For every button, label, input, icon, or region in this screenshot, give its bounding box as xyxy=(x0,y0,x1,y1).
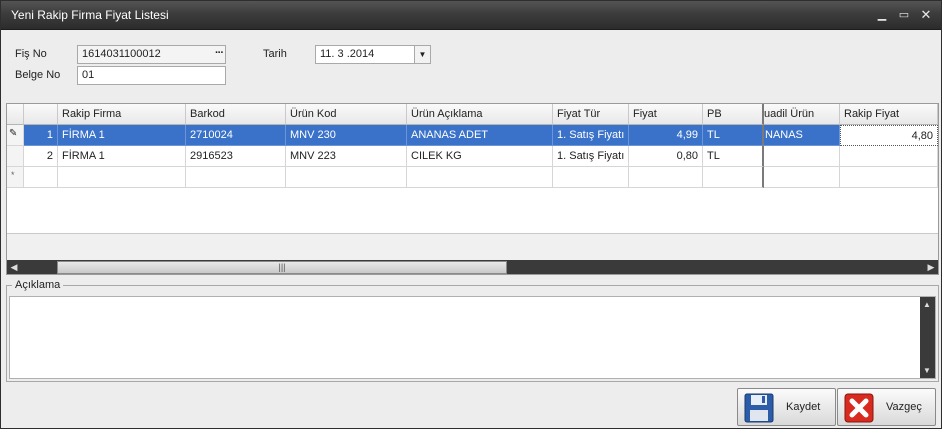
scroll-up-icon[interactable]: ▲ xyxy=(920,297,934,312)
row-number: 2 xyxy=(24,146,58,167)
new-row-cell[interactable] xyxy=(553,167,629,188)
new-row-cell[interactable] xyxy=(764,167,840,188)
cell-rakip-firma[interactable]: FİRMA 1 xyxy=(58,125,186,146)
cell-urun-kod[interactable]: MNV 230 xyxy=(286,125,407,146)
new-row-cell[interactable] xyxy=(629,167,703,188)
new-row-cell[interactable] xyxy=(186,167,286,188)
row-number: 1 xyxy=(24,125,58,146)
scroll-left-icon[interactable]: ◀ xyxy=(7,260,21,274)
belge-no-value: 01 xyxy=(82,69,95,81)
new-row-indicator: * xyxy=(7,167,24,188)
fis-no-lookup-button[interactable]: ··· xyxy=(215,47,224,59)
scroll-down-icon[interactable]: ▼ xyxy=(920,363,934,378)
grid-header-indicator xyxy=(7,104,24,125)
cell-fiyat-tur[interactable]: 1. Satış Fiyatı xyxy=(553,125,629,146)
cell-pb[interactable]: TL xyxy=(703,146,764,167)
cell-urun-aciklama[interactable]: CILEK KG xyxy=(407,146,553,167)
cell-fiyat[interactable]: 0,80 xyxy=(629,146,703,167)
cell-pb[interactable]: TL xyxy=(703,125,764,146)
column-header-pb[interactable]: PB xyxy=(703,104,764,125)
scroll-right-icon[interactable]: ▶ xyxy=(924,260,938,274)
minimize-icon[interactable]: ▁ xyxy=(873,7,891,23)
cell-urun-kod[interactable]: MNV 223 xyxy=(286,146,407,167)
cell-muadil-urun[interactable] xyxy=(764,146,840,167)
cell-urun-aciklama[interactable]: ANANAS ADET xyxy=(407,125,553,146)
close-icon[interactable]: ✕ xyxy=(917,7,935,23)
row-edit-indicator: ✎ xyxy=(7,125,24,146)
new-row-cell[interactable] xyxy=(24,167,58,188)
aciklama-group: Açıklama ▲ ▼ xyxy=(6,279,939,382)
scrollbar-thumb[interactable]: ||| xyxy=(57,261,507,274)
belge-no-label: Belge No xyxy=(15,69,61,81)
title-bar[interactable]: Yeni Rakip Firma Fiyat Listesi ▁ ▭ ✕ xyxy=(1,1,941,30)
new-row-cell[interactable] xyxy=(840,167,938,188)
new-row-cell[interactable] xyxy=(407,167,553,188)
column-header-fiyat[interactable]: Fiyat xyxy=(629,104,703,125)
column-header-muadil-urun[interactable]: uadil Ürün xyxy=(764,104,840,125)
cell-fiyat-tur[interactable]: 1. Satış Fiyatı xyxy=(553,146,629,167)
new-row-cell[interactable] xyxy=(703,167,764,188)
cancel-x-icon xyxy=(844,393,874,423)
cell-rakip-firma[interactable]: FİRMA 1 xyxy=(58,146,186,167)
column-header-urun-kod[interactable]: Ürün Kod xyxy=(286,104,407,125)
tarih-label: Tarih xyxy=(263,48,287,60)
cell-muadil-urun[interactable]: NANAS xyxy=(764,125,840,146)
floppy-disk-icon xyxy=(744,393,774,423)
new-row-cell[interactable] xyxy=(286,167,407,188)
grid-footer xyxy=(7,233,938,260)
cell-rakip-fiyat[interactable] xyxy=(840,146,938,167)
horizontal-scrollbar[interactable]: ◀ ||| ▶ xyxy=(7,260,938,274)
vertical-scrollbar[interactable]: ▲ ▼ xyxy=(920,297,935,378)
column-header-fiyat-tur[interactable]: Fiyat Tür xyxy=(553,104,629,125)
cell-barkod[interactable]: 2916523 xyxy=(186,146,286,167)
column-header-barkod[interactable]: Barkod xyxy=(186,104,286,125)
fis-no-label: Fiş No xyxy=(15,48,47,60)
aciklama-label: Açıklama xyxy=(12,279,64,291)
grid-header-rownum xyxy=(24,104,58,125)
fis-no-value: 1614031100012 xyxy=(82,48,161,60)
new-row-cell[interactable] xyxy=(58,167,186,188)
cell-fiyat[interactable]: 4,99 xyxy=(629,125,703,146)
chevron-down-icon[interactable]: ▼ xyxy=(414,46,430,63)
cancel-button-label: Vazgeç xyxy=(886,401,922,413)
column-header-rakip-fiyat[interactable]: Rakip Fiyat xyxy=(840,104,938,125)
fis-no-field[interactable]: 1614031100012 ··· xyxy=(77,45,226,64)
maximize-icon[interactable]: ▭ xyxy=(895,7,913,23)
column-header-urun-aciklama[interactable]: Ürün Açıklama xyxy=(407,104,553,125)
cancel-button[interactable]: Vazgeç xyxy=(837,388,936,426)
save-button[interactable]: Kaydet xyxy=(737,388,836,426)
aciklama-textarea[interactable]: ▲ ▼ xyxy=(9,296,936,379)
window-title: Yeni Rakip Firma Fiyat Listesi xyxy=(11,8,169,22)
cell-rakip-fiyat-editing[interactable]: 4,80 xyxy=(840,125,938,146)
cell-barkod[interactable]: 2710024 xyxy=(186,125,286,146)
column-header-rakip-firma[interactable]: Rakip Firma xyxy=(58,104,186,125)
price-grid[interactable]: Rakip Firma Barkod Ürün Kod Ürün Açıklam… xyxy=(6,103,939,275)
tarih-date-picker[interactable]: 11. 3 .2014 ▼ xyxy=(315,45,431,64)
tarih-value: 11. 3 .2014 xyxy=(320,48,375,60)
belge-no-field[interactable]: 01 xyxy=(77,66,226,85)
save-button-label: Kaydet xyxy=(786,401,821,413)
row-indicator xyxy=(7,146,24,167)
dialog-window: Yeni Rakip Firma Fiyat Listesi ▁ ▭ ✕ Fiş… xyxy=(0,0,942,429)
